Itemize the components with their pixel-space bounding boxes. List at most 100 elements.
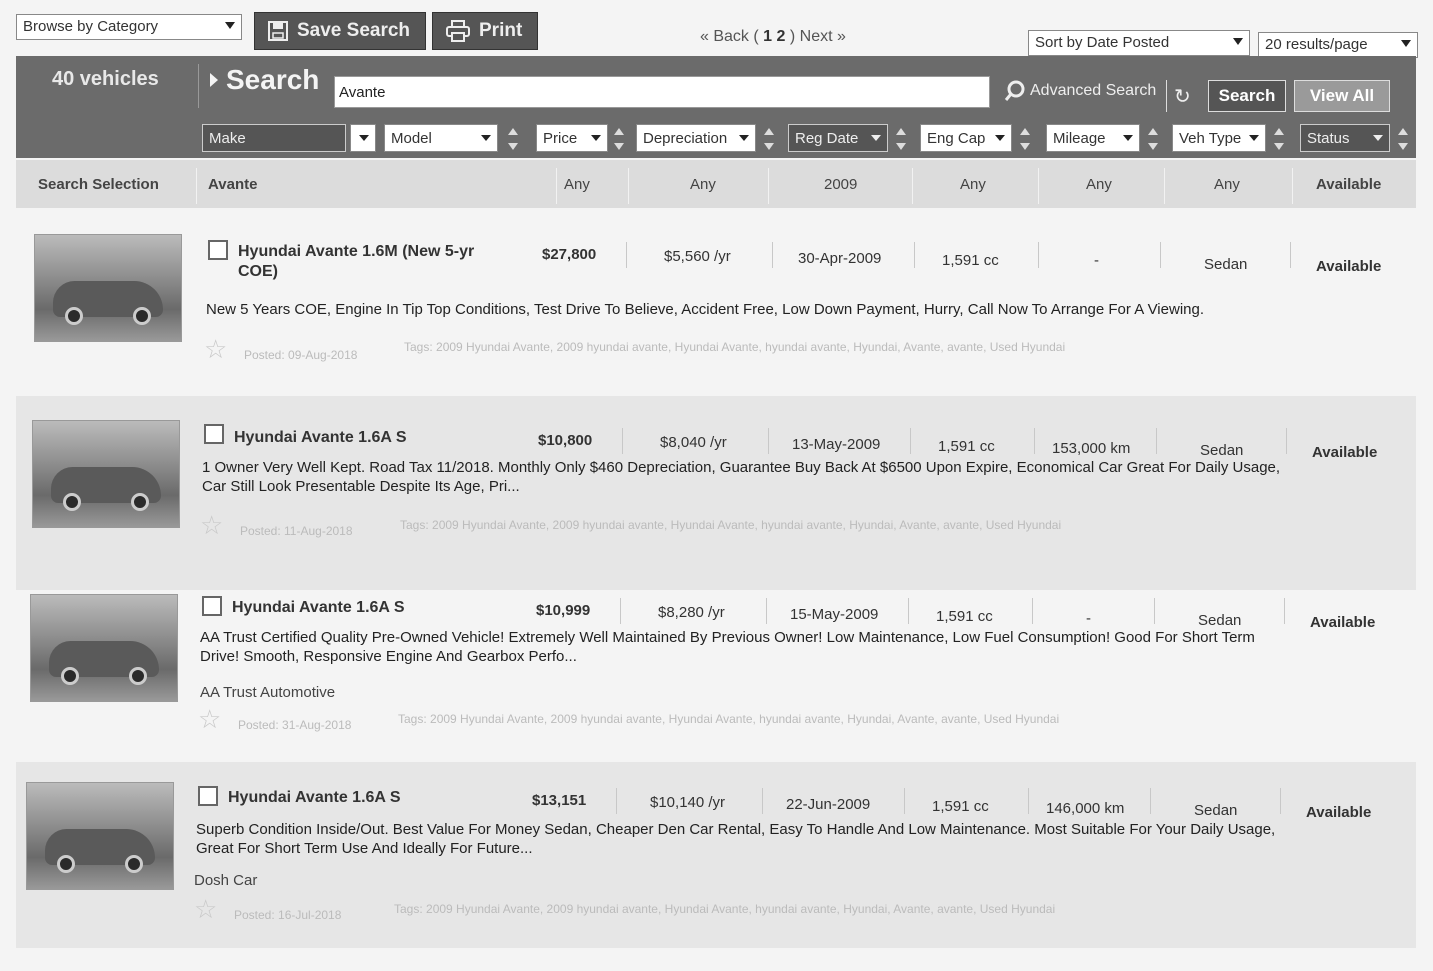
selection-divider [1292, 168, 1293, 204]
listing-checkbox[interactable] [208, 240, 228, 260]
column-divider [772, 242, 773, 268]
sort-select[interactable]: Sort by Date Posted [1028, 30, 1250, 56]
make-filter-dropdown[interactable] [350, 124, 376, 152]
depreciation-sort-icon[interactable] [764, 126, 774, 152]
star-icon[interactable]: ☆ [198, 704, 221, 735]
listing-eng-cap: 1,591 cc [938, 438, 995, 455]
mileage-filter-label: Mileage [1053, 130, 1106, 147]
save-search-label: Save Search [297, 20, 411, 41]
column-divider [1032, 598, 1033, 624]
selection-divider [1164, 168, 1165, 204]
chevron-down-icon [1249, 135, 1259, 141]
listing-checkbox[interactable] [204, 424, 224, 444]
car-wheel-shape [57, 855, 75, 873]
selection-reg-date: 2009 [824, 176, 858, 193]
car-photo[interactable] [32, 420, 180, 528]
column-divider [1156, 428, 1157, 454]
listing-dealer[interactable]: AA Trust Automotive [200, 684, 335, 701]
veh-type-sort-icon[interactable] [1274, 126, 1284, 152]
eng-cap-filter[interactable]: Eng Cap [920, 124, 1012, 152]
model-filter[interactable]: Model [384, 124, 498, 152]
selection-model: Avante [208, 176, 258, 193]
listing-tags: Tags: 2009 Hyundai Avante, 2009 hyundai … [398, 712, 1060, 726]
eng-cap-sort-icon[interactable] [1020, 126, 1030, 152]
search-heading: Search [210, 64, 319, 96]
eng-cap-filter-label: Eng Cap [927, 130, 986, 147]
column-divider [914, 242, 915, 268]
column-divider [768, 428, 769, 454]
depreciation-filter[interactable]: Depreciation [636, 124, 756, 152]
pager-page-2[interactable]: 2 [777, 28, 786, 45]
veh-type-filter[interactable]: Veh Type [1172, 124, 1266, 152]
results-per-page-select[interactable]: 20 results/page [1258, 32, 1418, 58]
selection-depreciation: Any [690, 176, 716, 193]
browse-category-select[interactable]: Browse by Category [16, 14, 242, 40]
car-photo[interactable] [30, 594, 178, 702]
print-button[interactable]: Print [432, 12, 538, 50]
star-icon[interactable]: ☆ [200, 510, 223, 541]
listing-posted-date: Posted: 09-Aug-2018 [244, 348, 358, 362]
listing-title[interactable]: Hyundai Avante 1.6A S [232, 598, 532, 618]
chevron-down-icon [359, 135, 369, 141]
selection-divider [556, 168, 557, 204]
column-divider [1038, 242, 1039, 268]
selection-price: Any [564, 176, 590, 193]
listing-item: Hyundai Avante 1.6A S $13,151 $10,140 /y… [16, 762, 1416, 948]
column-divider [1154, 598, 1155, 624]
listing-price: $13,151 [532, 792, 587, 809]
mileage-filter[interactable]: Mileage [1046, 124, 1140, 152]
make-filter[interactable]: Make [202, 124, 346, 152]
save-search-button[interactable]: Save Search [254, 12, 426, 50]
advanced-search-link[interactable]: Advanced Search [1004, 80, 1156, 102]
pager-open-paren: ( [753, 28, 759, 45]
column-divider [1034, 428, 1035, 454]
price-sort-icon[interactable] [614, 126, 624, 152]
view-all-button[interactable]: View All [1294, 80, 1390, 112]
status-filter[interactable]: Status [1300, 124, 1390, 152]
pager-close-paren: ) [789, 28, 796, 45]
column-divider [1290, 242, 1291, 268]
price-filter[interactable]: Price [536, 124, 608, 152]
listing-title[interactable]: Hyundai Avante 1.6A S [228, 788, 528, 808]
listing-checkbox[interactable] [202, 596, 222, 616]
status-sort-icon[interactable] [1398, 126, 1408, 152]
refresh-icon[interactable]: ↻ [1174, 84, 1191, 109]
listing-item: Hyundai Avante 1.6A S $10,999 $8,280 /yr… [16, 590, 1416, 758]
view-all-button-label: View All [1309, 86, 1375, 105]
chevron-down-icon [481, 135, 491, 141]
reg-date-filter[interactable]: Reg Date [788, 124, 888, 152]
reg-date-filter-label: Reg Date [795, 130, 859, 147]
depreciation-filter-label: Depreciation [643, 130, 728, 147]
top-toolbar: Browse by Category Save Search Print « B… [14, 8, 1420, 58]
column-divider [908, 598, 909, 624]
chevron-down-icon [1373, 135, 1383, 141]
listing-title[interactable]: Hyundai Avante 1.6M (New 5-yr COE) [238, 242, 518, 282]
pager-back-link[interactable]: « Back [700, 28, 749, 45]
reg-date-sort-icon[interactable] [896, 126, 906, 152]
search-selection-label: Search Selection [38, 176, 159, 193]
column-divider [762, 788, 763, 814]
listing-title[interactable]: Hyundai Avante 1.6A S [234, 428, 534, 448]
star-icon[interactable]: ☆ [204, 334, 227, 365]
listing-status: Available [1310, 614, 1376, 631]
search-button-label: Search [1218, 86, 1276, 105]
pager-next-link[interactable]: Next » [800, 28, 846, 45]
mileage-sort-icon[interactable] [1148, 126, 1158, 152]
header-divider [1166, 80, 1167, 112]
selection-divider [1038, 168, 1039, 204]
star-icon[interactable]: ☆ [194, 894, 217, 925]
sort-select-value: Sort by Date Posted [1035, 34, 1170, 51]
listing-mileage: 153,000 km [1052, 440, 1131, 457]
selection-divider [768, 168, 769, 204]
search-input[interactable] [334, 76, 990, 108]
model-sort-icon[interactable] [508, 126, 518, 152]
listing-checkbox[interactable] [198, 786, 218, 806]
car-photo[interactable] [26, 782, 174, 890]
listing-dealer[interactable]: Dosh Car [194, 872, 257, 889]
chevron-down-icon [1401, 40, 1411, 47]
search-button[interactable]: Search [1208, 80, 1286, 112]
car-photo[interactable] [34, 234, 182, 342]
car-wheel-shape [133, 307, 151, 325]
listing-eng-cap: 1,591 cc [936, 608, 993, 625]
pager-page-1[interactable]: 1 [763, 28, 772, 45]
